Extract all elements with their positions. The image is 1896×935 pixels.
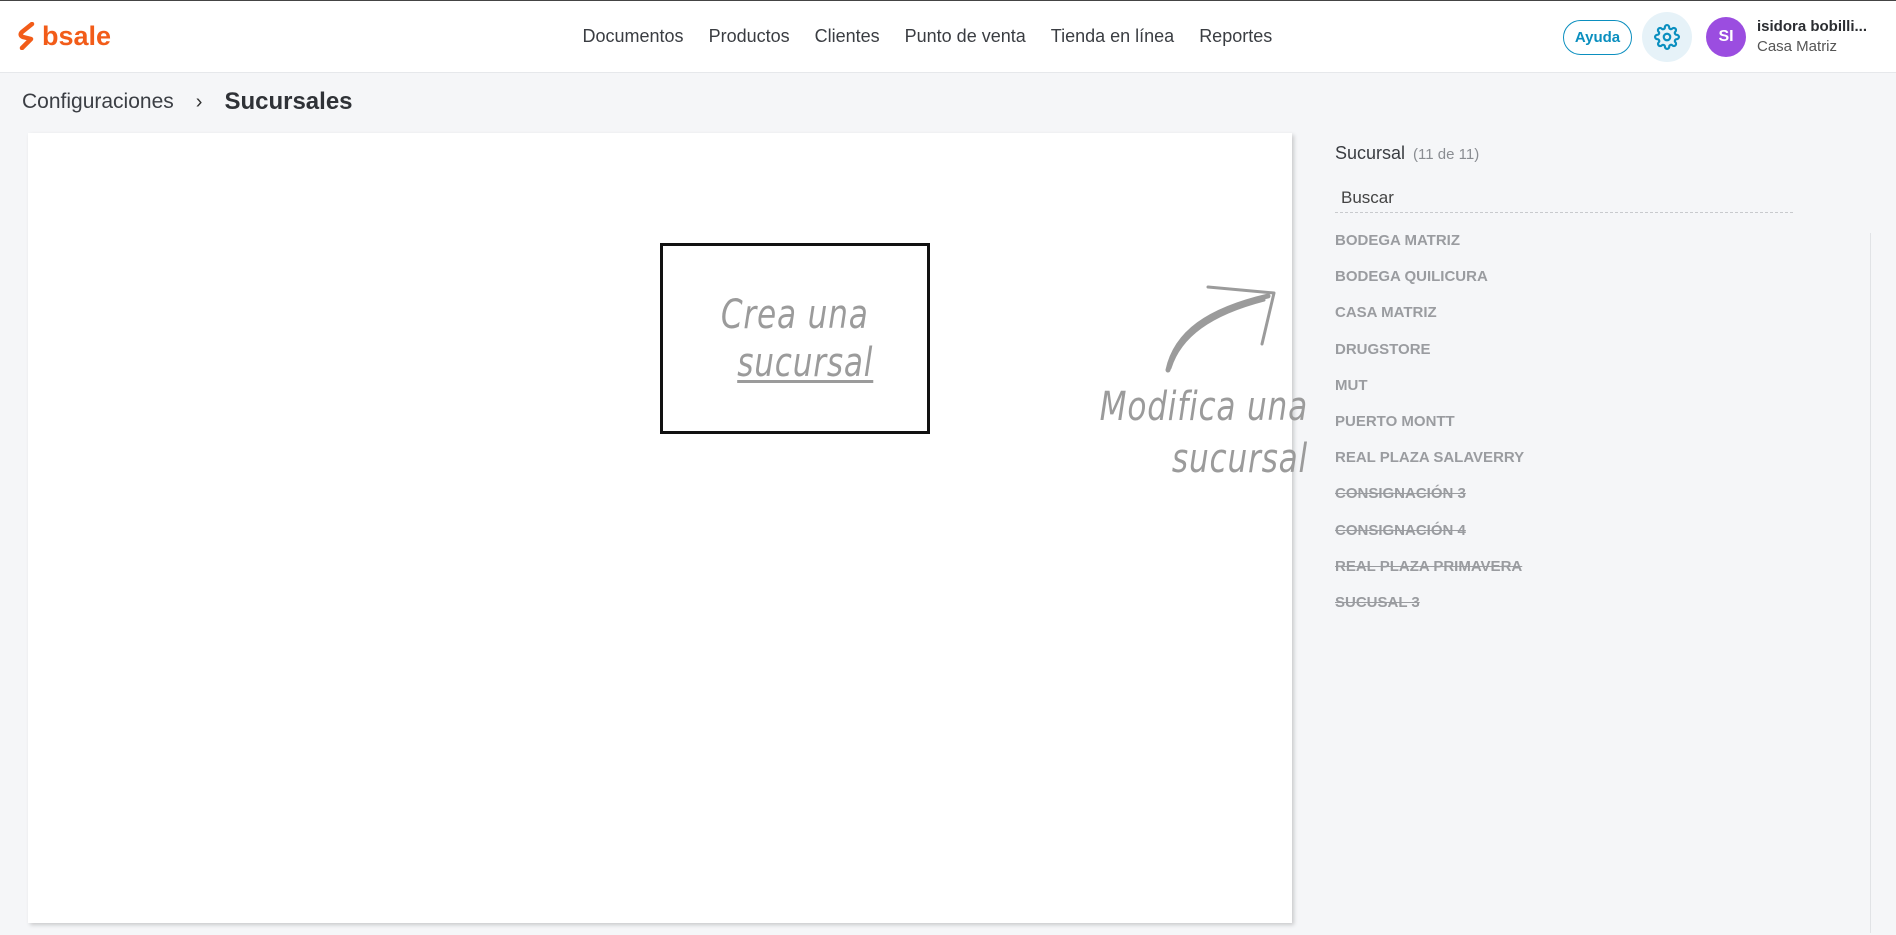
branch-item[interactable]: DRUGSTORE (1335, 338, 1745, 374)
breadcrumb-parent[interactable]: Configuraciones (22, 90, 174, 114)
branch-item-inactive[interactable]: CONSIGNACIÓN 4 (1335, 519, 1745, 555)
branch-list-header: Sucursal (11 de 11) (1335, 143, 1479, 164)
bsale-logo[interactable]: bsale (18, 21, 111, 51)
settings-button[interactable] (1642, 12, 1692, 62)
nav-clientes[interactable]: Clientes (802, 23, 892, 49)
modify-branch-label-2: sucursal (1171, 436, 1308, 482)
branch-item[interactable]: REAL PLAZA SALAVERRY (1335, 446, 1745, 482)
chevron-right-icon: › (195, 90, 203, 113)
user-avatar[interactable]: SI (1706, 17, 1746, 57)
nav-documentos[interactable]: Documentos (570, 23, 696, 49)
gear-icon (1654, 24, 1680, 50)
sidebar-scrollbar-track (1870, 233, 1871, 933)
create-branch-label-2: sucursal (736, 339, 874, 386)
breadcrumb: Configuraciones › Sucursales (22, 87, 353, 117)
modify-branch-label-1: Modifica una (1099, 384, 1308, 430)
branch-list-title: Sucursal (1335, 143, 1406, 163)
branch-item[interactable]: BODEGA MATRIZ (1335, 229, 1745, 265)
main-content-card: Crea una sucursal Modifica una sucursal (28, 133, 1307, 923)
branch-count: (11 de 11) (1413, 146, 1480, 163)
user-name[interactable]: isidora bobilli... (1757, 18, 1887, 35)
help-button[interactable]: Ayuda (1563, 20, 1632, 55)
branch-item-inactive[interactable]: SUCUSAL 3 (1335, 591, 1745, 627)
branch-item-inactive[interactable]: CONSIGNACIÓN 3 (1335, 482, 1745, 518)
branch-list: BODEGA MATRIZ BODEGA QUILICURA CASA MATR… (1335, 229, 1745, 627)
user-branch: Casa Matriz (1757, 38, 1838, 55)
nav-reportes[interactable]: Reportes (1187, 23, 1285, 49)
nav-punto-de-venta[interactable]: Punto de venta (892, 23, 1038, 49)
nav-productos[interactable]: Productos (696, 23, 802, 49)
branch-item[interactable]: CASA MATRIZ (1335, 301, 1745, 337)
create-branch-button[interactable]: Crea una sucursal (660, 243, 930, 434)
curved-arrow-icon (1165, 285, 1276, 373)
bsale-logo-icon (18, 22, 35, 50)
branch-item-inactive[interactable]: REAL PLAZA PRIMAVERA (1335, 555, 1745, 591)
branch-item[interactable]: PUERTO MONTT (1335, 410, 1745, 446)
create-branch-label-1: Crea una (721, 291, 869, 338)
page-title: Sucursales (224, 88, 353, 115)
bsale-logo-text: bsale (42, 20, 112, 51)
main-nav: Documentos Productos Clientes Punto de v… (570, 23, 1285, 49)
modify-branch-hint: Modifica una sucursal (1008, 381, 1308, 485)
search-input[interactable] (1335, 185, 1793, 211)
nav-tienda-en-linea[interactable]: Tienda en línea (1038, 23, 1186, 49)
top-navbar: bsale Documentos Productos Clientes Punt… (0, 1, 1896, 73)
branch-item[interactable]: MUT (1335, 374, 1745, 410)
branch-search (1335, 185, 1793, 213)
branch-item[interactable]: BODEGA QUILICURA (1335, 265, 1745, 301)
